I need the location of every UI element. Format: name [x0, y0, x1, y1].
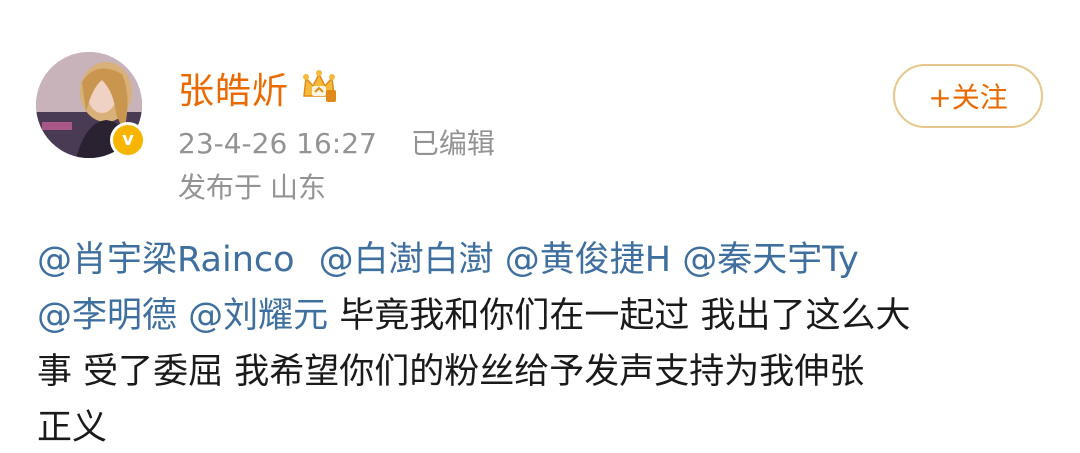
- location-value: 山东: [270, 171, 327, 204]
- weibo-post: v 张皓炘 23-4-26 16:27 已编辑 发布于 山东 +关注 @肖宇梁Rai…: [0, 0, 1080, 453]
- location-prefix: 发布于: [178, 171, 263, 204]
- post-timestamp[interactable]: 23-4-26 16:27: [178, 127, 377, 160]
- post-location: 发布于 山东: [178, 166, 326, 206]
- post-text: 毕竟我和你们在一起过 我出了这么大: [339, 296, 911, 336]
- post-text: 事 受了委屈 我希望你们的粉丝给予发声支持为我伸张: [37, 352, 865, 392]
- mention-link[interactable]: @刘耀元: [188, 296, 328, 336]
- mention-link[interactable]: @肖宇梁Rainco: [37, 240, 295, 280]
- post-body: @肖宇梁Rainco @白澍白澍 @黄俊捷H @秦天宇Ty @李明德 @刘耀元 毕…: [37, 232, 1047, 453]
- author-avatar-container[interactable]: v: [36, 52, 146, 158]
- post-text: 正义: [37, 408, 108, 448]
- follow-button[interactable]: +关注: [893, 64, 1043, 128]
- mention-link[interactable]: @白澍白澍: [319, 240, 494, 280]
- mention-link[interactable]: @李明德: [37, 296, 177, 336]
- vip-crown-icon: [303, 70, 336, 102]
- edited-label[interactable]: 已编辑: [411, 127, 495, 160]
- mention-link[interactable]: @秦天宇Ty: [682, 240, 859, 280]
- post-meta: 23-4-26 16:27 已编辑: [178, 122, 495, 162]
- mention-link[interactable]: @黄俊捷H: [505, 240, 671, 280]
- author-name[interactable]: 张皓炘: [178, 62, 289, 114]
- verified-v-icon: v: [110, 122, 146, 158]
